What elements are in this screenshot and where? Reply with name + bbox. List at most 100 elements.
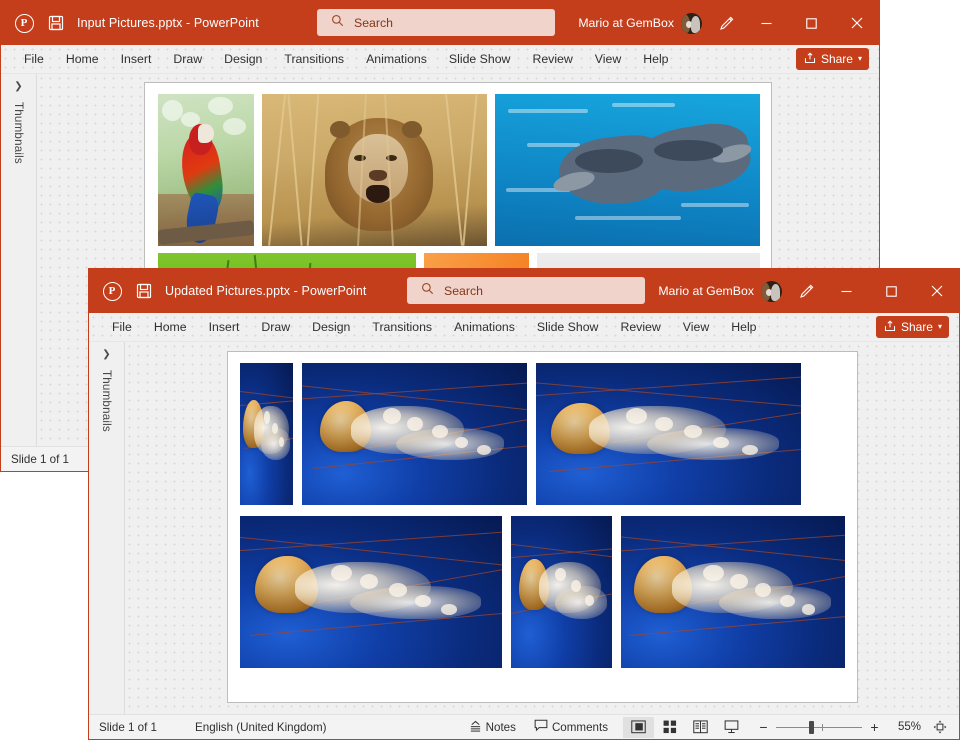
dolphins-photo[interactable]: [495, 94, 760, 246]
notes-label: Notes: [486, 721, 516, 734]
jellyfish-photo-5[interactable]: [511, 516, 612, 668]
account-button[interactable]: Mario at GemBox: [648, 275, 788, 307]
lion-photo[interactable]: [262, 94, 487, 246]
chevron-right-icon[interactable]: ❯: [102, 350, 110, 360]
avatar[interactable]: [761, 281, 782, 302]
search-placeholder: Search: [354, 16, 393, 30]
view-buttons: [623, 717, 747, 738]
share-label: Share: [821, 52, 853, 66]
chevron-right-icon[interactable]: ❯: [14, 82, 22, 92]
thumbnails-pane[interactable]: ❯ Thumbnails: [89, 342, 125, 714]
app-name: PowerPoint: [302, 284, 367, 298]
comments-button[interactable]: Comments: [525, 715, 617, 740]
window-title: Updated Pictures.pptx - PowerPoint: [165, 284, 366, 298]
slide-counter[interactable]: Slide 1 of 1: [1, 453, 69, 466]
share-icon: [884, 320, 896, 335]
ribbon-tabs[interactable]: File Home Insert Draw Design Transitions…: [1, 45, 879, 74]
maximize-button[interactable]: [869, 269, 914, 313]
share-button[interactable]: Share ▾: [796, 48, 869, 70]
ribbon-tab-file[interactable]: File: [13, 47, 55, 71]
jellyfish-photo-4[interactable]: [240, 516, 502, 668]
ribbon-tab-draw[interactable]: Draw: [250, 315, 301, 339]
status-bar-right: Notes Comments: [460, 715, 953, 740]
ribbon-tab-slide-show[interactable]: Slide Show: [526, 315, 610, 339]
ribbon-tabs[interactable]: File Home Insert Draw Design Transitions…: [89, 313, 959, 342]
slide-counter[interactable]: Slide 1 of 1: [89, 721, 157, 734]
thumbnails-pane[interactable]: ❯ Thumbnails: [1, 74, 37, 446]
jellyfish-photo-1[interactable]: [240, 363, 293, 505]
normal-view-button[interactable]: [623, 717, 654, 738]
zoom-level[interactable]: 55%: [887, 721, 921, 733]
slide-show-button[interactable]: [716, 717, 747, 738]
close-button[interactable]: [834, 1, 879, 45]
search-box[interactable]: Search: [317, 9, 555, 36]
title-bar[interactable]: P Updated Pictures.pptx - PowerPoint: [89, 269, 959, 313]
share-button[interactable]: Share ▾: [876, 316, 949, 338]
search-icon: [421, 282, 434, 300]
zoom-slider[interactable]: [776, 715, 862, 740]
ribbon-tab-review[interactable]: Review: [609, 315, 671, 339]
title-separator: -: [186, 16, 190, 30]
account-button[interactable]: Mario at GemBox: [568, 7, 708, 39]
thumbnails-label: Thumbnails: [12, 102, 25, 164]
language-indicator[interactable]: English (United Kingdom): [157, 721, 326, 734]
ribbon-tab-insert[interactable]: Insert: [110, 47, 163, 71]
powerpoint-icon: P: [11, 10, 37, 36]
ribbon-tab-animations[interactable]: Animations: [443, 315, 526, 339]
zoom-in-button[interactable]: +: [868, 720, 881, 734]
document-name: Updated Pictures.pptx: [165, 284, 290, 298]
share-icon: [804, 52, 816, 67]
parrot-photo[interactable]: [158, 94, 254, 246]
zoom-control[interactable]: − + 55%: [757, 715, 953, 740]
share-label: Share: [901, 320, 933, 334]
ribbon-tab-insert[interactable]: Insert: [198, 315, 251, 339]
ribbon-tab-animations[interactable]: Animations: [355, 47, 438, 71]
save-icon[interactable]: [129, 278, 159, 304]
ribbon-tab-home[interactable]: Home: [55, 47, 110, 71]
notes-button[interactable]: Notes: [460, 715, 525, 740]
maximize-button[interactable]: [789, 1, 834, 45]
ribbon-tab-design[interactable]: Design: [213, 47, 273, 71]
ribbon-tab-draw[interactable]: Draw: [162, 47, 213, 71]
avatar[interactable]: [681, 13, 702, 34]
zoom-slider-handle[interactable]: [809, 721, 814, 734]
close-button[interactable]: [914, 269, 959, 313]
title-bar[interactable]: P Input Pictures.pptx - PowerPoint: [1, 1, 879, 45]
jellyfish-photo-3[interactable]: [536, 363, 801, 505]
ink-pen-icon[interactable]: [708, 1, 744, 45]
ribbon-tab-review[interactable]: Review: [521, 47, 583, 71]
account-name: Mario at GemBox: [578, 16, 674, 30]
app-name: PowerPoint: [194, 16, 259, 30]
title-bar-right-controls: Mario at GemBox: [648, 269, 959, 313]
jellyfish-photo-6[interactable]: [621, 516, 845, 668]
ribbon-tab-transitions[interactable]: Transitions: [273, 47, 355, 71]
ribbon-tab-home[interactable]: Home: [143, 315, 198, 339]
slide-area: [125, 342, 959, 714]
ribbon-tab-file[interactable]: File: [101, 315, 143, 339]
powerpoint-icon: P: [99, 278, 125, 304]
minimize-button[interactable]: [744, 1, 789, 45]
search-placeholder: Search: [444, 284, 483, 298]
ribbon-tab-view[interactable]: View: [672, 315, 720, 339]
minimize-button[interactable]: [824, 269, 869, 313]
ribbon-tab-design[interactable]: Design: [301, 315, 361, 339]
reading-view-button[interactable]: [685, 717, 716, 738]
search-box[interactable]: Search: [407, 277, 645, 304]
powerpoint-window-updated-pictures[interactable]: P Updated Pictures.pptx - PowerPoint: [88, 268, 960, 740]
ribbon-tab-view[interactable]: View: [584, 47, 632, 71]
zoom-out-button[interactable]: −: [757, 720, 770, 734]
chevron-down-icon[interactable]: ▾: [858, 55, 862, 63]
fit-to-window-icon[interactable]: [927, 715, 953, 740]
ribbon-tab-help[interactable]: Help: [720, 315, 767, 339]
ribbon-tab-slide-show[interactable]: Slide Show: [438, 47, 522, 71]
chevron-down-icon[interactable]: ▾: [938, 323, 942, 331]
slide-sorter-view-button[interactable]: [654, 717, 685, 738]
save-icon[interactable]: [41, 10, 71, 36]
ink-pen-icon[interactable]: [788, 269, 824, 313]
jellyfish-photo-2[interactable]: [302, 363, 527, 505]
ribbon-tab-transitions[interactable]: Transitions: [361, 315, 443, 339]
search-icon: [331, 14, 344, 32]
slide-canvas[interactable]: [227, 351, 858, 703]
ribbon-tab-help[interactable]: Help: [632, 47, 679, 71]
status-bar: Slide 1 of 1 English (United Kingdom) No…: [89, 714, 959, 739]
